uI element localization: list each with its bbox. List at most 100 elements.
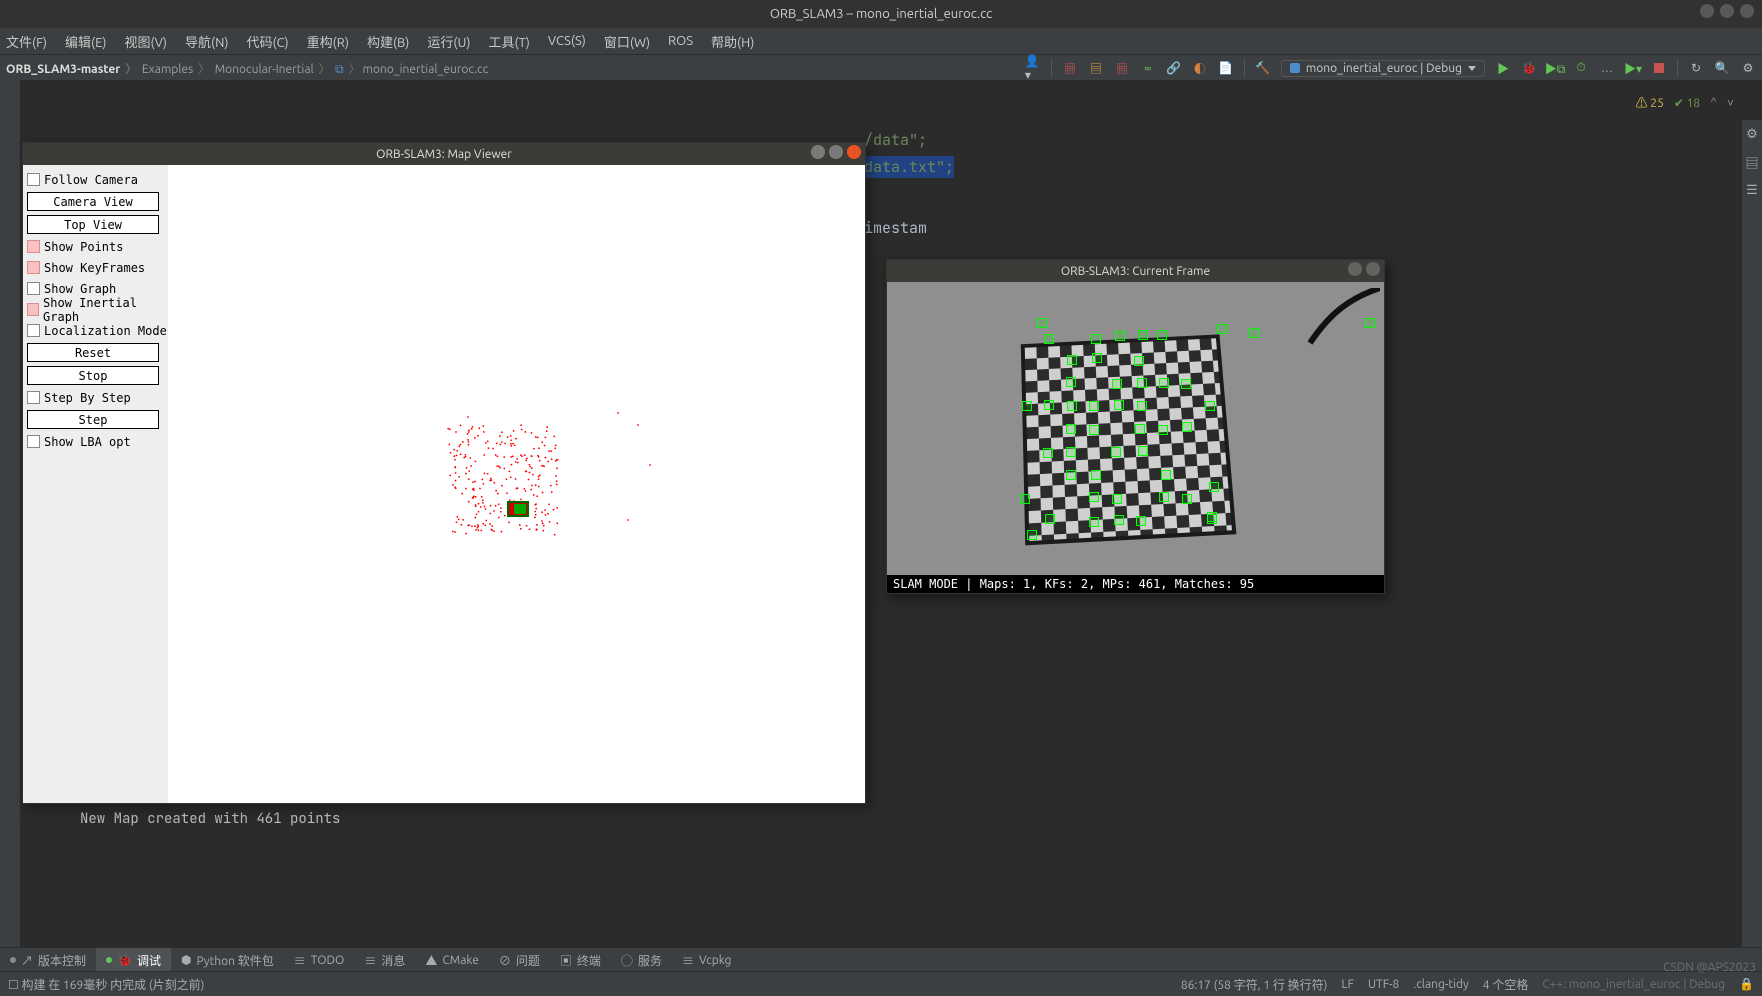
more-run-icon[interactable]: ▶▾ <box>1625 60 1641 76</box>
menu-nav[interactable]: 导航(N) <box>185 32 228 51</box>
hammer-icon[interactable]: 🔨 <box>1255 60 1271 76</box>
console-line: New Map created with 461 points <box>80 810 340 828</box>
run-icon[interactable]: ▶ <box>1495 60 1511 76</box>
user-icon[interactable]: 👤▾ <box>1025 60 1041 76</box>
editor-area: ⚠ 25 ✔ 18 ^˅ /data"; data.txt"; imestam … <box>0 80 1762 972</box>
record-icon[interactable]: ▦ <box>1114 60 1130 76</box>
menu-file[interactable]: 文件(F) <box>6 32 47 51</box>
status-lang[interactable]: .clang-tidy <box>1413 978 1469 991</box>
menu-tools[interactable]: 工具(T) <box>488 32 529 51</box>
localization-mode-label: Localization Mode <box>44 324 167 338</box>
menu-refactor[interactable]: 重构(R) <box>307 32 349 51</box>
mapwin-maximize-icon[interactable] <box>829 145 843 159</box>
show-graph-checkbox[interactable] <box>27 282 40 295</box>
menu-vcs[interactable]: VCS(S) <box>548 34 586 48</box>
tab-python[interactable]: ⬢ Python 软件包 <box>171 948 284 972</box>
top-view-button[interactable]: Top View <box>27 215 159 234</box>
breadcrumbs: ORB_SLAM3-master Examples Monocular-Iner… <box>6 60 496 77</box>
cfwin-close-icon[interactable] <box>1366 262 1380 276</box>
menu-help[interactable]: 帮助(H) <box>711 32 754 51</box>
show-points-label: Show Points <box>44 240 123 254</box>
menu-code[interactable]: 代码(C) <box>246 32 288 51</box>
maximize-icon[interactable] <box>1720 4 1734 18</box>
menu-build[interactable]: 构建(B) <box>367 32 409 51</box>
grid-red-icon[interactable]: ▦ <box>1062 60 1078 76</box>
current-frame-titlebar[interactable]: ORB-SLAM3: Current Frame <box>887 260 1384 282</box>
lock-icon[interactable]: 🔒 <box>1739 977 1754 991</box>
step-by-step-checkbox[interactable] <box>27 391 40 404</box>
file-icon[interactable]: 📄 <box>1218 60 1234 76</box>
mapwin-minimize-icon[interactable] <box>811 145 825 159</box>
tab-version-control[interactable]: ↗ 版本控制 <box>0 948 96 972</box>
crumb-3[interactable]: ⧉ mono_inertial_euroc.cc <box>335 63 496 76</box>
tab-problems[interactable]: ⊘ 问题 <box>489 948 550 972</box>
debug-console[interactable]: New Map created with 461 points <box>80 810 1732 870</box>
tab-terminal[interactable]: ▣ 终端 <box>550 948 611 972</box>
map-viewer-title: ORB-SLAM3: Map Viewer <box>376 148 512 161</box>
show-lba-opt-checkbox[interactable] <box>27 435 40 448</box>
toolbar-sep2 <box>1244 59 1245 77</box>
map-viewer-titlebar[interactable]: ORB-SLAM3: Map Viewer <box>23 143 865 165</box>
profile-icon[interactable]: ⏱ <box>1573 60 1589 76</box>
cfwin-minimize-icon[interactable] <box>1348 262 1362 276</box>
current-frame-image <box>887 282 1384 575</box>
tab-services[interactable]: ◯ 服务 <box>611 948 672 972</box>
show-lba-opt-label: Show LBA opt <box>44 435 131 449</box>
attach-icon[interactable]: … <box>1599 60 1615 76</box>
gear-icon[interactable]: ⚙ <box>1740 60 1756 76</box>
debug-icon[interactable]: 🐞 <box>1521 60 1537 76</box>
map-viewer-window[interactable]: ORB-SLAM3: Map Viewer Follow Camera Came… <box>22 142 866 804</box>
outline-icon[interactable]: ☰ <box>1742 176 1762 204</box>
stop-button[interactable]: Stop <box>27 366 159 385</box>
menu-view[interactable]: 视图(V) <box>125 32 167 51</box>
db-icon[interactable]: ▤ <box>1088 60 1104 76</box>
menu-run[interactable]: 运行(U) <box>427 32 470 51</box>
tab-messages[interactable]: ≡ 消息 <box>354 948 415 972</box>
caret-position[interactable]: 86:17 (58 字符, 1 行 换行符) <box>1181 976 1328 993</box>
step-button[interactable]: Step <box>27 410 159 429</box>
menu-edit[interactable]: 编辑(E) <box>65 32 106 51</box>
crumb-2[interactable]: Monocular-Inertial <box>215 63 333 76</box>
show-inertial-graph-checkbox[interactable] <box>27 303 39 316</box>
status-lf[interactable]: LF <box>1341 978 1353 991</box>
coverage-icon[interactable]: ▶⧉ <box>1547 60 1563 76</box>
show-inertial-graph-label: Show Inertial Graph <box>43 296 168 324</box>
stop-icon[interactable] <box>1651 60 1667 76</box>
tab-vcpkg[interactable]: ≡ Vcpkg <box>672 948 742 972</box>
reset-button[interactable]: Reset <box>27 343 159 362</box>
nav-row: ORB_SLAM3-master Examples Monocular-Iner… <box>0 54 1762 82</box>
update-icon[interactable]: ↻ <box>1688 60 1704 76</box>
editor-code[interactable]: /data"; data.txt"; imestam <box>864 110 1742 278</box>
tab-debug[interactable]: 🐞 调试 <box>96 948 171 972</box>
toolbar-sep <box>1051 59 1052 77</box>
search-icon[interactable]: 🔍 <box>1714 60 1730 76</box>
structure-icon[interactable]: ▤ <box>1742 148 1762 176</box>
minimize-icon[interactable] <box>1700 4 1714 18</box>
status-encoding[interactable]: UTF-8 <box>1368 978 1399 991</box>
tab-cmake[interactable]: ▲ CMake <box>415 948 488 972</box>
current-frame-body: SLAM MODE | Maps: 1, KFs: 2, MPs: 461, M… <box>887 282 1384 593</box>
menu-ros[interactable]: ROS <box>668 34 693 48</box>
left-gutter[interactable] <box>0 80 20 972</box>
localization-mode-checkbox[interactable] <box>27 324 40 337</box>
settings-icon[interactable]: ⚙ <box>1742 120 1762 148</box>
status-spaces[interactable]: 4 个空格 <box>1483 976 1529 993</box>
inspection-summary[interactable]: ⚠ 25 ✔ 18 ^˅ <box>1636 94 1734 111</box>
menu-window[interactable]: 窗口(W) <box>604 32 650 51</box>
follow-camera-checkbox[interactable] <box>27 173 40 186</box>
link-icon[interactable]: 🔗 <box>1166 60 1182 76</box>
map-viewer-canvas[interactable] <box>168 165 865 803</box>
show-points-checkbox[interactable] <box>27 240 40 253</box>
current-frame-window[interactable]: ORB-SLAM3: Current Frame SLAM MODE | Map… <box>886 259 1385 594</box>
blame-icon[interactable]: ◐ <box>1192 60 1208 76</box>
tab-todo[interactable]: ≡ TODO <box>284 948 355 972</box>
status-bar: ☐ 构建 在 169毫秒 内完成 (片刻之前) 86:17 (58 字符, 1 … <box>0 971 1762 996</box>
mapwin-close-icon[interactable] <box>847 145 861 159</box>
share-icon[interactable]: ∞ <box>1140 60 1156 76</box>
show-keyframes-checkbox[interactable] <box>27 261 40 274</box>
crumb-root[interactable]: ORB_SLAM3-master <box>6 63 139 76</box>
crumb-1[interactable]: Examples <box>142 63 212 76</box>
close-icon[interactable] <box>1740 4 1754 18</box>
run-config[interactable]: mono_inertial_euroc | Debug <box>1281 60 1485 77</box>
camera-view-button[interactable]: Camera View <box>27 192 159 211</box>
